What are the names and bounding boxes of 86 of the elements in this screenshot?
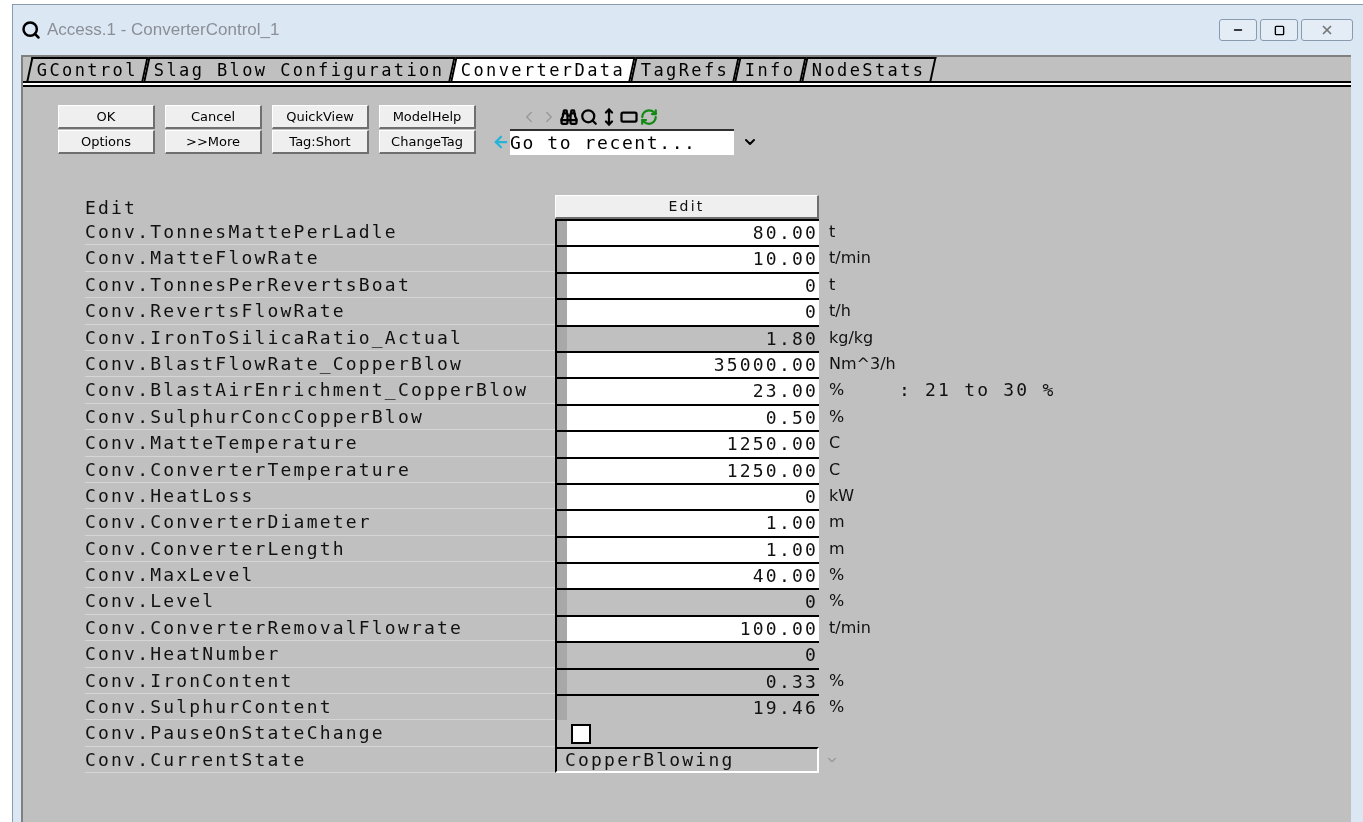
- value-field[interactable]: 1250.00: [555, 430, 819, 457]
- state-dropdown[interactable]: CopperBlowing: [555, 746, 819, 774]
- value-field[interactable]: 1.00: [555, 509, 819, 536]
- field-label: Conv.MatteTemperature: [85, 430, 555, 457]
- value-field: 1.80: [555, 324, 819, 351]
- unit-label: %: [829, 564, 846, 587]
- unit-label: m: [829, 537, 846, 560]
- unit-label: t: [829, 273, 837, 296]
- unit-label: %: [829, 590, 846, 613]
- toolbar-button[interactable]: QuickView: [272, 105, 369, 129]
- unit-label: %: [829, 379, 846, 402]
- value-field: 0: [555, 588, 819, 615]
- flag-icon[interactable]: [620, 108, 638, 126]
- field-label: Conv.TonnesPerRevertsBoat: [85, 271, 555, 299]
- toolbar-button[interactable]: OK: [58, 105, 155, 129]
- value-field[interactable]: 80.00: [555, 219, 819, 246]
- value-field[interactable]: 1250.00: [555, 456, 819, 483]
- unit-label: t/min: [829, 616, 872, 639]
- unit-label: m: [829, 511, 846, 534]
- unit-label: t: [829, 221, 837, 243]
- value-field[interactable]: 0: [555, 271, 819, 299]
- value-field[interactable]: 0: [555, 482, 819, 510]
- tab[interactable]: GControl: [26, 57, 149, 81]
- field-label: Conv.BlastAirEnrichment_CopperBlow: [85, 377, 555, 404]
- field-label: Conv.MaxLevel: [85, 562, 555, 589]
- range-note: : 21 to 30 %: [899, 378, 1056, 403]
- checkbox[interactable]: [571, 723, 591, 744]
- field-label: Conv.SulphurContent: [85, 694, 555, 721]
- toolbar-button[interactable]: >>More: [165, 130, 262, 154]
- column-header[interactable]: Edit: [555, 195, 819, 219]
- field-label: Conv.Level: [85, 588, 555, 615]
- field-label: Conv.ConverterTemperature: [85, 456, 555, 483]
- field-label: Conv.CurrentState: [85, 746, 555, 774]
- tab[interactable]: ConverterData: [450, 57, 636, 81]
- value-field[interactable]: 23.00: [555, 377, 819, 404]
- value-field[interactable]: 0: [555, 298, 819, 325]
- value-field[interactable]: 40.00: [555, 562, 819, 589]
- toolbar-button[interactable]: ChangeTag: [379, 130, 476, 154]
- field-label: Conv.RevertsFlowRate: [85, 298, 555, 325]
- value-field: 0: [555, 641, 819, 668]
- field-label: Conv.SulphurConcCopperBlow: [85, 403, 555, 431]
- unit-label: %: [829, 669, 846, 692]
- value-field[interactable]: 0.50: [555, 403, 819, 431]
- field-label: Conv.IronContent: [85, 667, 555, 695]
- value-field[interactable]: 35000.00: [555, 350, 819, 378]
- recent-combo[interactable]: Go to recent...: [510, 129, 734, 155]
- toolbar-button[interactable]: Tag:Short: [272, 130, 369, 154]
- column-label: Edit: [85, 195, 139, 220]
- field-label: Conv.MatteFlowRate: [85, 245, 555, 272]
- tab[interactable]: NodeStats: [801, 57, 937, 81]
- value-field[interactable]: 100.00: [555, 614, 819, 642]
- unit-label: kW: [829, 484, 856, 507]
- field-label: Conv.IronToSilicaRatio_Actual: [85, 324, 555, 351]
- value-field: 19.46: [555, 694, 819, 721]
- unit-label: Nm^3/h: [829, 352, 897, 375]
- field-label: Conv.ConverterDiameter: [85, 509, 555, 536]
- magnifier-icon: [21, 20, 41, 40]
- field-label: Conv.BlastFlowRate_CopperBlow: [85, 350, 555, 378]
- binoculars-icon[interactable]: [560, 108, 578, 126]
- value-field[interactable]: 10.00: [555, 245, 819, 272]
- unit-label: %: [829, 696, 846, 719]
- field-label: Conv.PauseOnStateChange: [85, 720, 555, 747]
- field-label: Conv.TonnesMattePerLadle: [85, 219, 555, 246]
- unit-label: C: [829, 432, 842, 455]
- field-label: Conv.ConverterRemovalFlowrate: [85, 614, 555, 642]
- maximize-icon: [1273, 24, 1285, 36]
- search-icon[interactable]: [580, 108, 598, 126]
- maximize-button[interactable]: [1260, 19, 1298, 41]
- close-icon: [1320, 23, 1334, 37]
- value-field[interactable]: 1.00: [555, 535, 819, 563]
- tab[interactable]: Slag Blow Configuration: [143, 57, 456, 81]
- unit-label: C: [829, 458, 842, 481]
- toolbar-button[interactable]: Cancel: [165, 105, 262, 129]
- unit-label: %: [829, 405, 846, 428]
- toolbar-button[interactable]: ModelHelp: [379, 105, 476, 129]
- unit-label: kg/kg: [829, 326, 875, 349]
- tab[interactable]: TagRefs: [630, 57, 740, 81]
- value-field: 0.33: [555, 667, 819, 695]
- field-label: Conv.HeatLoss: [85, 482, 555, 510]
- tab[interactable]: Info: [734, 57, 807, 81]
- window-title: Access.1 - ConverterControl_1: [47, 19, 280, 42]
- field-label: Conv.ConverterLength: [85, 535, 555, 563]
- unit-label: t/h: [829, 300, 852, 323]
- toolbar-button[interactable]: Options: [58, 130, 155, 154]
- field-label: Conv.HeatNumber: [85, 641, 555, 668]
- unit-label: t/min: [829, 247, 872, 270]
